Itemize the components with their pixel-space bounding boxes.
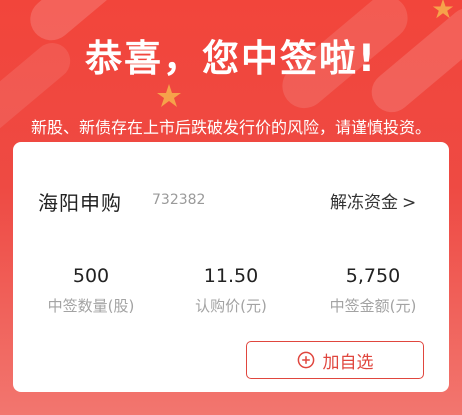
star-confetti-icon — [157, 84, 181, 107]
add-to-watchlist-button[interactable]: 加自选 — [246, 341, 424, 379]
plus-circle-icon — [297, 351, 314, 369]
stat-label: 认购价(元) — [195, 297, 267, 315]
allotment-card: 海阳申购 732382 解冻资金 > 500 中签数量(股) 11.50 认购价(… — [13, 142, 449, 392]
risk-notice: 新股、新债存在上市后跌破发行价的风险，请谨慎投资。 — [30, 118, 431, 137]
add-to-watchlist-label: 加自选 — [322, 352, 374, 373]
chevron-right-icon: > — [402, 193, 417, 213]
stat-value: 11.50 — [203, 265, 259, 287]
stat-allotted-quantity: 500 中签数量(股) — [21, 265, 161, 316]
stat-value: 500 — [72, 265, 110, 287]
stat-label: 中签金额(元) — [329, 297, 417, 315]
stat-subscription-price: 11.50 认购价(元) — [161, 265, 301, 316]
stat-label: 中签数量(股) — [47, 297, 135, 315]
stock-name: 海阳申购 — [38, 191, 122, 215]
unfreeze-funds-label: 解冻资金 — [330, 193, 398, 213]
stock-code: 732382 — [152, 192, 206, 208]
stat-value: 5,750 — [345, 265, 401, 287]
stat-allotted-amount: 5,750 中签金额(元) — [303, 265, 443, 316]
star-confetti-icon — [432, 0, 454, 19]
unfreeze-funds-link[interactable]: 解冻资金 > — [330, 188, 416, 213]
page-title: 恭喜，您中签啦! — [85, 37, 377, 80]
